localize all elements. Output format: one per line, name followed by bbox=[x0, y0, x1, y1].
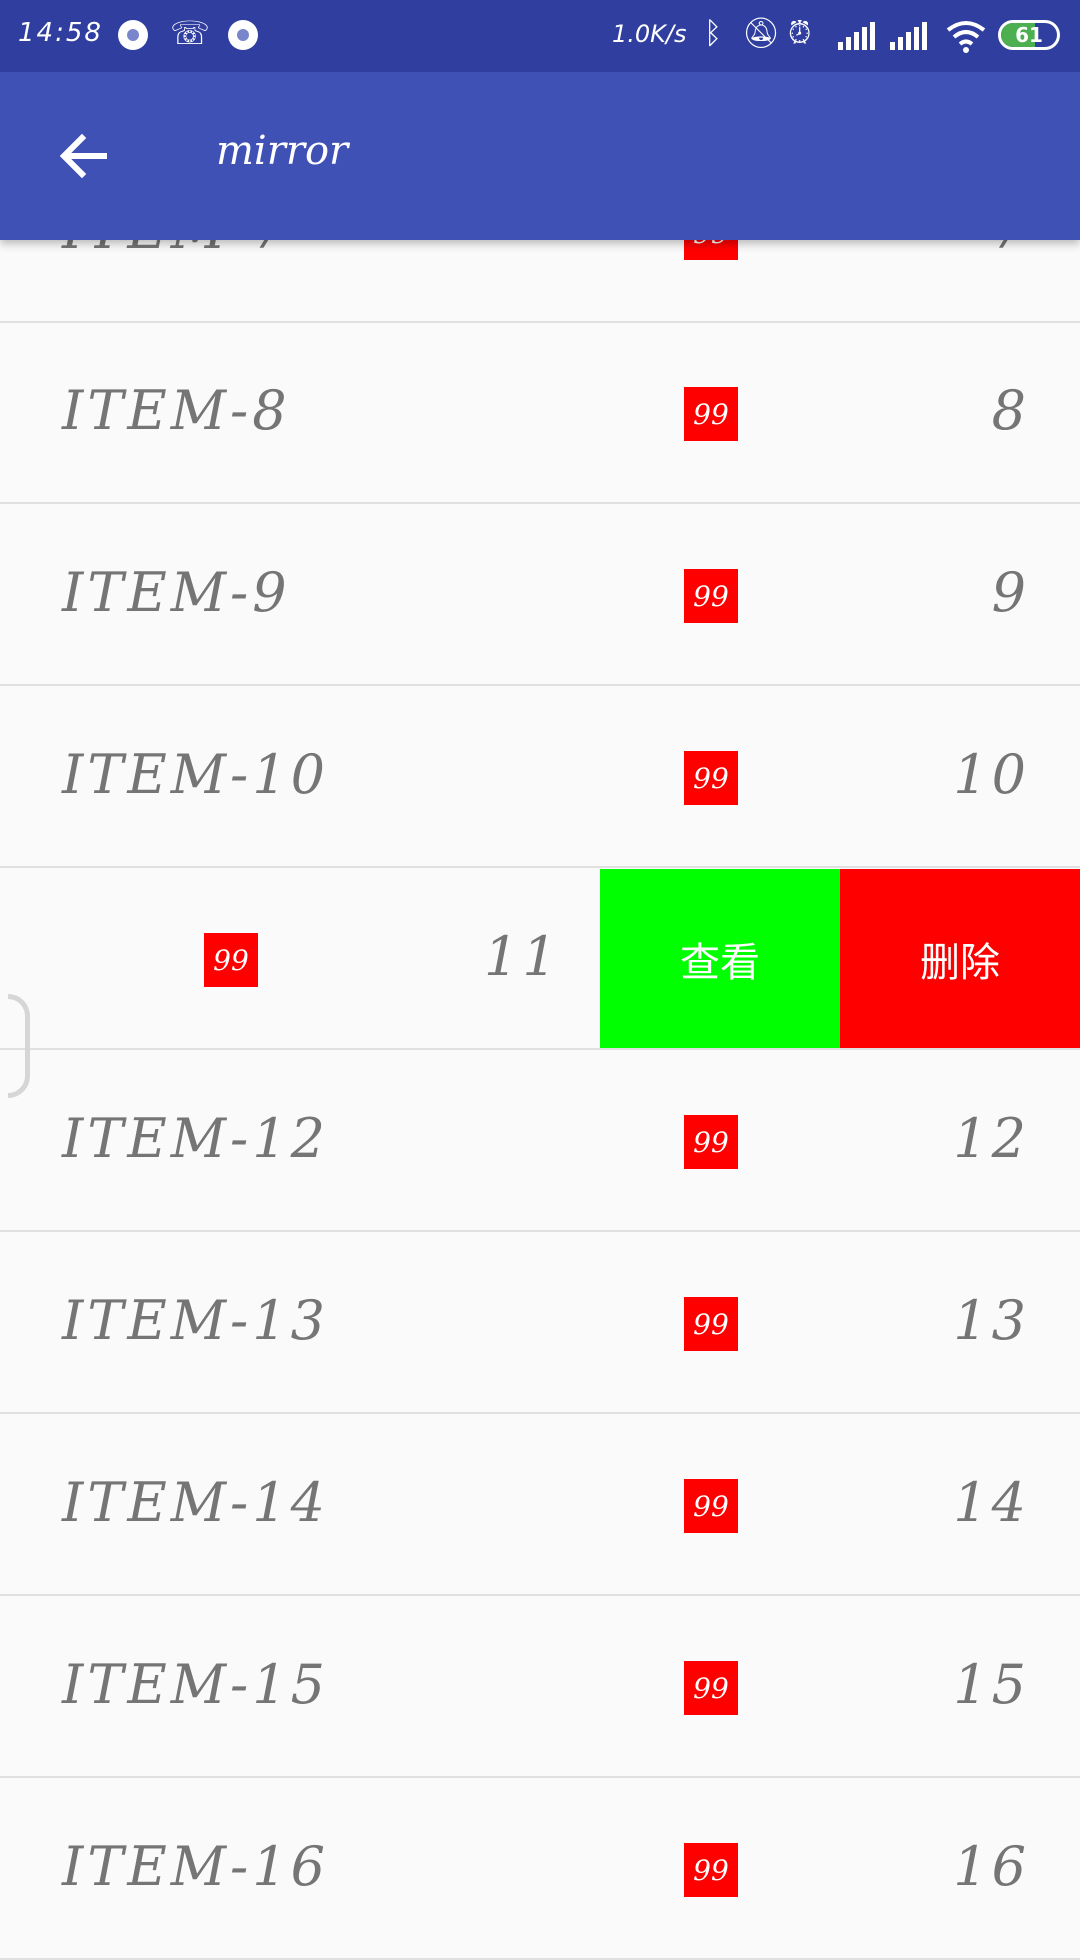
network-speed: 1.0K/s bbox=[612, 20, 687, 48]
signal-icon bbox=[838, 22, 875, 50]
edge-swipe-handle[interactable] bbox=[8, 994, 30, 1098]
bluetooth-icon: ᛒ bbox=[704, 16, 722, 51]
count-badge: 99 bbox=[684, 1843, 738, 1897]
status-time: 14:58 bbox=[18, 18, 103, 48]
signal-icon bbox=[890, 22, 927, 50]
item-label: ITEM-16 bbox=[62, 1835, 330, 1898]
page-title: mirror bbox=[216, 128, 349, 174]
item-number: 14 bbox=[953, 1471, 1030, 1534]
count-badge: 99 bbox=[204, 933, 258, 987]
delete-button[interactable]: 删除 bbox=[840, 869, 1080, 1048]
list-item[interactable]: ITEM-12 99 12 bbox=[0, 1051, 1080, 1232]
app-bar: mirror bbox=[0, 72, 1080, 240]
list-item[interactable]: ITEM-9 99 9 bbox=[0, 505, 1080, 686]
item-number: 12 bbox=[953, 1107, 1030, 1170]
count-badge: 99 bbox=[684, 1479, 738, 1533]
item-label: ITEM-12 bbox=[62, 1107, 330, 1170]
battery-icon: 61 bbox=[998, 20, 1060, 50]
status-bar: 14:58 ☏ 1.0K/s ᛒ 🔕︎ ⏰︎ 61 bbox=[0, 0, 1080, 72]
item-number: 11 bbox=[484, 925, 561, 988]
item-number: 10 bbox=[953, 743, 1030, 806]
item-label: ITEM-15 bbox=[62, 1653, 330, 1716]
missed-call-icon: ☏ bbox=[170, 14, 211, 52]
wifi-icon bbox=[946, 21, 986, 53]
item-label: ITEM-14 bbox=[62, 1471, 330, 1534]
item-number: 13 bbox=[953, 1289, 1030, 1352]
arrow-left-icon[interactable] bbox=[52, 124, 116, 188]
notification-dot-icon bbox=[228, 20, 258, 50]
count-badge: 99 bbox=[684, 387, 738, 441]
mute-bell-icon: 🔕︎ bbox=[742, 16, 781, 51]
list-item[interactable]: ITEM-14 99 14 bbox=[0, 1415, 1080, 1596]
count-badge: 99 bbox=[684, 1115, 738, 1169]
item-number: 9 bbox=[991, 561, 1030, 624]
item-label: ITEM-9 bbox=[62, 561, 291, 624]
battery-level: 61 bbox=[1015, 23, 1043, 47]
list-item[interactable]: ITEM-13 99 13 bbox=[0, 1233, 1080, 1414]
list-item[interactable]: ITEM-15 99 15 bbox=[0, 1597, 1080, 1778]
list-item[interactable]: ITEM-16 99 16 bbox=[0, 1779, 1080, 1960]
view-button[interactable]: 查看 bbox=[600, 869, 840, 1048]
item-list[interactable]: ITEM-7 99 7 ITEM-8 99 8 ITEM-9 99 9 ITEM… bbox=[0, 0, 1080, 1960]
count-badge: 99 bbox=[684, 1661, 738, 1715]
list-item-swiped[interactable]: 99 11 查看 删除 bbox=[0, 869, 1080, 1050]
item-number: 15 bbox=[953, 1653, 1030, 1716]
list-item[interactable]: ITEM-10 99 10 bbox=[0, 687, 1080, 868]
count-badge: 99 bbox=[684, 1297, 738, 1351]
item-number: 8 bbox=[991, 379, 1030, 442]
item-label: ITEM-13 bbox=[62, 1289, 330, 1352]
list-item[interactable]: ITEM-8 99 8 bbox=[0, 323, 1080, 504]
notification-dot-icon bbox=[118, 20, 148, 50]
item-label: ITEM-10 bbox=[62, 743, 330, 806]
alarm-icon: ⏰︎ bbox=[788, 16, 812, 51]
count-badge: 99 bbox=[684, 751, 738, 805]
item-number: 16 bbox=[953, 1835, 1030, 1898]
item-label: ITEM-8 bbox=[62, 379, 291, 442]
count-badge: 99 bbox=[684, 569, 738, 623]
